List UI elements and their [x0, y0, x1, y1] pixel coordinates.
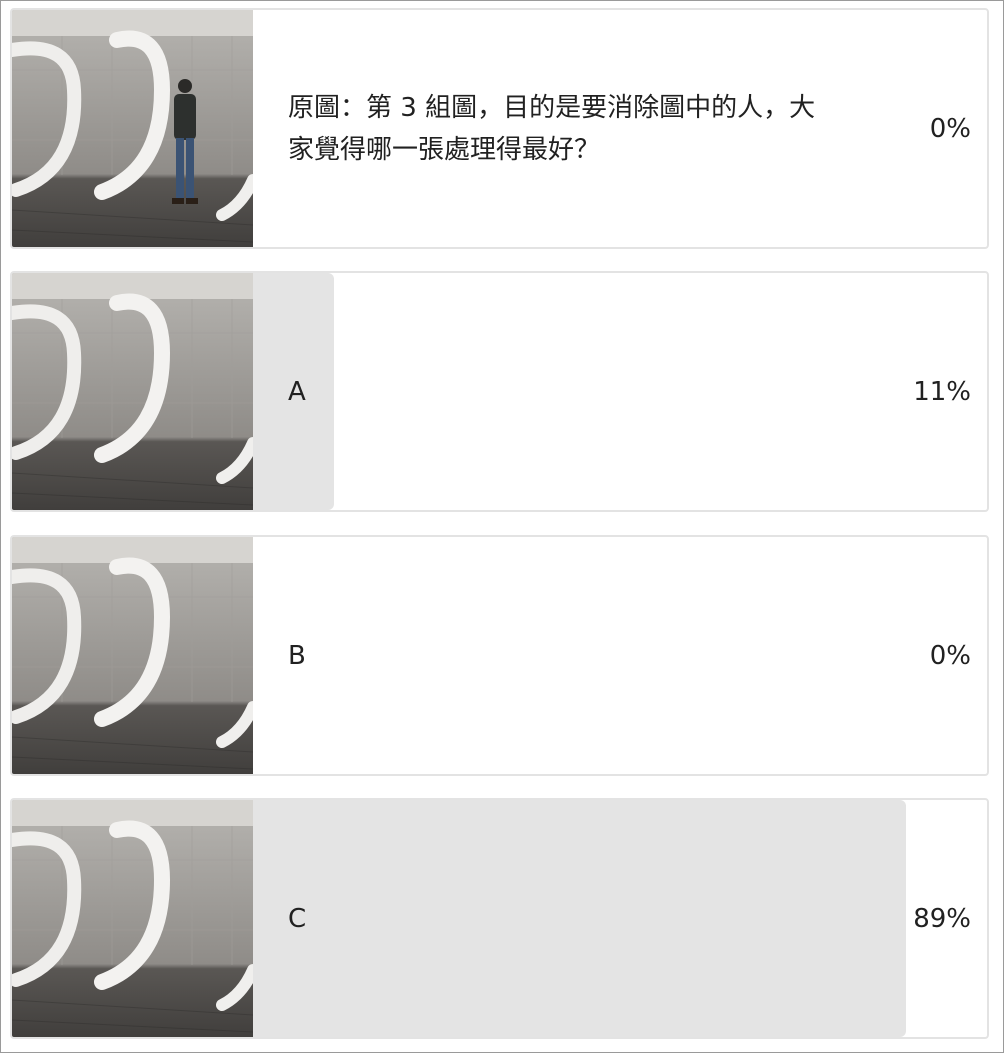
option-label: A — [288, 376, 306, 407]
option-photo — [12, 800, 253, 1037]
poll-results-frame: 原圖：第 3 組圖，目的是要消除圖中的人，大家覺得哪一張處理得最好？ 0% A … — [0, 0, 1004, 1053]
option-percent: 0% — [929, 640, 971, 671]
option-percent: 89% — [913, 903, 971, 934]
option-label: B — [288, 640, 306, 671]
poll-option-card[interactable]: B 0% — [10, 535, 989, 776]
poll-option-card[interactable]: 原圖：第 3 組圖，目的是要消除圖中的人，大家覺得哪一張處理得最好？ 0% — [10, 8, 989, 249]
poll-option-card[interactable]: C 89% — [10, 798, 989, 1039]
option-label: 原圖：第 3 組圖，目的是要消除圖中的人，大家覺得哪一張處理得最好？ — [288, 92, 816, 165]
photo-person-removed — [12, 273, 253, 510]
option-photo — [12, 537, 253, 774]
option-label: C — [288, 903, 307, 934]
option-photo — [12, 273, 253, 510]
photo-with-person — [12, 10, 253, 247]
option-percent: 11% — [913, 376, 971, 407]
option-percent: 0% — [929, 113, 971, 144]
poll-option-card[interactable]: A 11% — [10, 271, 989, 512]
photo-person-removed — [12, 800, 253, 1037]
photo-person-removed — [12, 537, 253, 774]
option-photo — [12, 10, 253, 247]
